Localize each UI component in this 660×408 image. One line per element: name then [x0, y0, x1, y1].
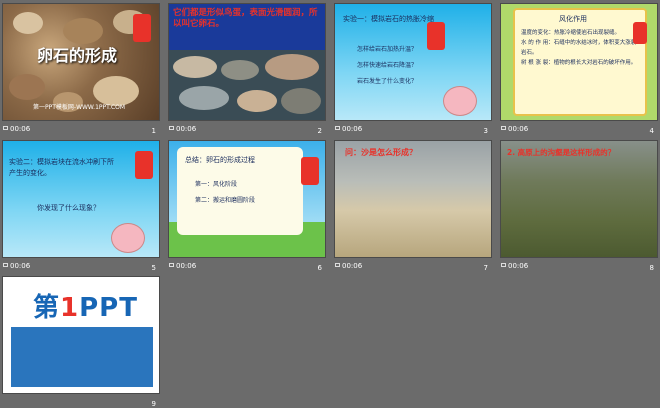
slide-preview: 实验一：模拟岩石的热胀冷缩 怎样给岩石加热升温？ 怎样快速给岩石降温？ 岩石发生…	[334, 3, 492, 121]
slide-heading: 2. 高原上的沟壑是这样形成的？	[507, 148, 616, 157]
slide-duration: 00:06	[176, 125, 197, 133]
cartoon-face-icon	[443, 86, 477, 116]
slide-meta: 00:06 8	[500, 258, 658, 275]
slide-caption: 它们都是形似鸟蛋，表面光滑圆润，所以叫它卵石。	[173, 8, 318, 29]
slide-duration: 00:06	[10, 262, 31, 270]
slide-thumbnail-4[interactable]: 风化作用 温度的变化：热胀冷缩使岩石出现裂缝。 水 的 作 用：石缝中的水结冰时…	[500, 3, 658, 138]
slide-thumbnail-1[interactable]: 卵石的形成 第一PPT模板网-WWW.1PPT.COM 00:06 1	[2, 3, 160, 138]
timer-icon	[169, 126, 174, 130]
timer-icon	[3, 126, 8, 130]
slide-preview: 总结：卵石的形成过程 第一：风化阶段 第二：搬运和磨圆阶段	[168, 140, 326, 258]
slide-meta: 00:06 1	[2, 121, 160, 138]
slide-number: 1	[151, 127, 156, 135]
slide-heading: 实验一：模拟岩石的热胀冷缩	[343, 15, 434, 23]
slide-preview: 第1PPT	[2, 276, 160, 394]
slide-duration: 00:06	[508, 262, 529, 270]
slide-question: 你发现了什么现象？	[37, 204, 100, 212]
slide-preview: 2. 高原上的沟壑是这样形成的？	[500, 140, 658, 258]
list-item: 岩石发生了什么变化？	[357, 78, 418, 85]
slide-thumbnail-6[interactable]: 总结：卵石的形成过程 第一：风化阶段 第二：搬运和磨圆阶段 00:06 6	[168, 140, 326, 275]
slide-preview: 它们都是形似鸟蛋，表面光滑圆润，所以叫它卵石。	[168, 3, 326, 121]
tag-icon	[301, 157, 319, 185]
slide-preview: 卵石的形成 第一PPT模板网-WWW.1PPT.COM	[2, 3, 160, 121]
list-item: 第一：风化阶段	[195, 181, 238, 188]
text-line: 树 根 涨 裂：植物的根长大对岩石的破坏作用。	[521, 60, 637, 66]
slide-number: 4	[649, 127, 654, 135]
slide-duration: 00:06	[176, 262, 197, 270]
tag-icon	[135, 151, 153, 179]
slide-meta: 9	[2, 394, 160, 408]
tag-icon	[133, 14, 151, 42]
slide-duration: 00:06	[508, 125, 529, 133]
slide-thumbnail-5[interactable]: 实验二：模拟岩块在流水冲刷下所产生的变化。 你发现了什么现象？ 00:06 5	[2, 140, 160, 275]
slide-subtitle: 第一PPT模板网-WWW.1PPT.COM	[33, 104, 126, 111]
timer-icon	[335, 126, 340, 130]
slide-heading: 实验二：模拟岩块在流水冲刷下所产生的变化。	[9, 158, 114, 177]
slide-thumbnail-2[interactable]: 它们都是形似鸟蛋，表面光滑圆润，所以叫它卵石。 00:06 2	[168, 3, 326, 138]
slide-meta: 00:06 2	[168, 121, 326, 138]
slide-number: 6	[317, 264, 322, 272]
slide-thumbnail-9[interactable]: 第1PPT 9	[2, 276, 160, 408]
slide-number: 9	[151, 400, 156, 408]
timer-icon	[169, 263, 174, 267]
slide-meta: 00:06 4	[500, 121, 658, 138]
slide-duration: 00:06	[10, 125, 31, 133]
timer-icon	[335, 263, 340, 267]
slide-duration: 00:06	[342, 125, 363, 133]
slide-preview: 风化作用 温度的变化：热胀冷缩使岩石出现裂缝。 水 的 作 用：石缝中的水结冰时…	[500, 3, 658, 121]
tag-icon	[427, 22, 445, 50]
slide-preview: 实验二：模拟岩块在流水冲刷下所产生的变化。 你发现了什么现象？	[2, 140, 160, 258]
timer-icon	[501, 263, 506, 267]
list-item: 怎样快速给岩石降温？	[357, 62, 418, 69]
slide-duration: 00:06	[342, 262, 363, 270]
slide-meta: 00:06 3	[334, 121, 492, 138]
slide-heading: 总结：卵石的形成过程	[185, 156, 255, 164]
slide-thumbnail-8[interactable]: 2. 高原上的沟壑是这样形成的？ 00:06 8	[500, 140, 658, 275]
slide-meta: 00:06 5	[2, 258, 160, 275]
slide-heading: 问：沙是怎么形成？	[345, 148, 417, 157]
slide-meta: 00:06 6	[168, 258, 326, 275]
info-panel	[11, 327, 153, 387]
timer-icon	[3, 263, 8, 267]
list-item: 第二：搬运和磨圆阶段	[195, 197, 256, 204]
slide-number: 5	[151, 264, 156, 272]
slide-heading: 风化作用	[559, 15, 587, 23]
slide-title: 卵石的形成	[37, 46, 118, 65]
slide-meta: 00:06 7	[334, 258, 492, 275]
text-line: 水 的 作 用：石缝中的水结冰时，体积变大涨裂岩石。	[521, 40, 637, 56]
tag-icon	[633, 22, 647, 44]
timer-icon	[501, 126, 506, 130]
slide-thumbnail-3[interactable]: 实验一：模拟岩石的热胀冷缩 怎样给岩石加热升温？ 怎样快速给岩石降温？ 岩石发生…	[334, 3, 492, 138]
cartoon-face-icon	[111, 223, 145, 253]
slide-number: 8	[649, 264, 654, 272]
slide-number: 3	[483, 127, 488, 135]
slide-preview: 问：沙是怎么形成？	[334, 140, 492, 258]
slide-thumbnail-7[interactable]: 问：沙是怎么形成？ 00:06 7	[334, 140, 492, 275]
slide-number: 7	[483, 264, 488, 272]
list-item: 怎样给岩石加热升温？	[357, 46, 418, 53]
slide-number: 2	[317, 127, 322, 135]
text-line: 温度的变化：热胀冷缩使岩石出现裂缝。	[521, 30, 621, 36]
brand-logo: 第1PPT	[33, 293, 138, 323]
